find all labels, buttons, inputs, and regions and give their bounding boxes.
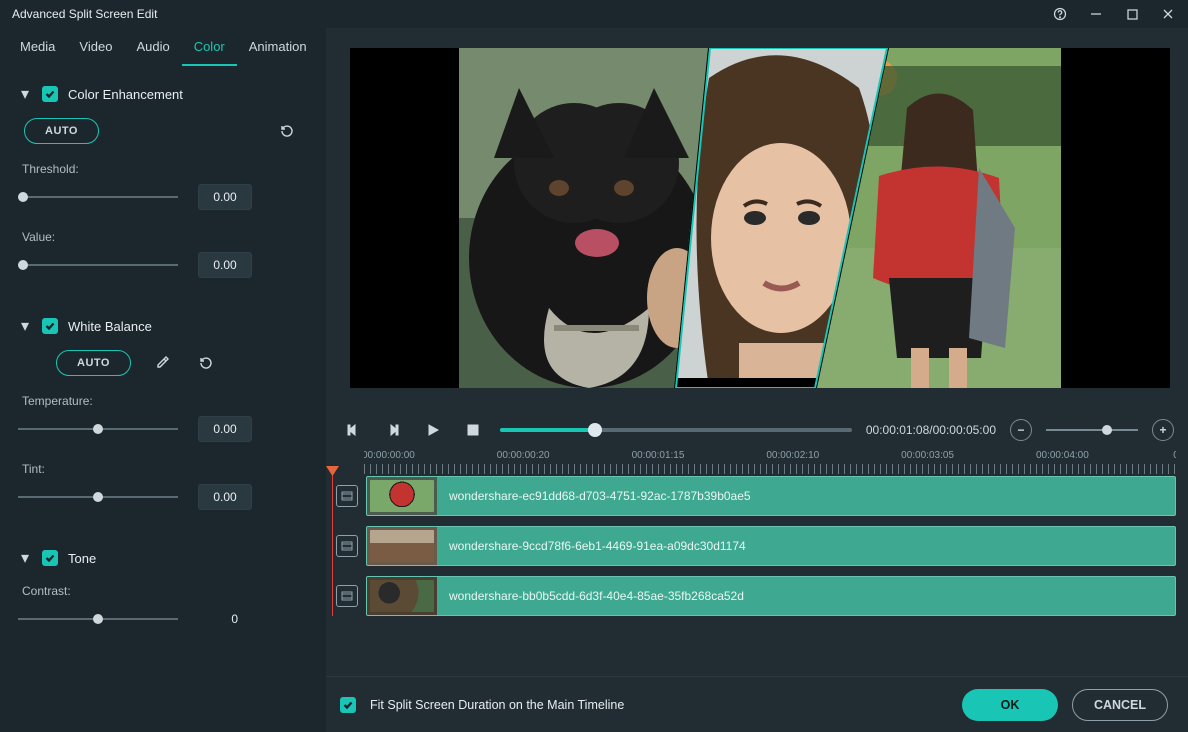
chevron-down-icon[interactable]: ▾	[18, 548, 32, 568]
temperature-value[interactable]: 0.00	[198, 416, 252, 442]
timeline-clip[interactable]: wondershare-bb0b5cdd-6d3f-40e4-85ae-35fb…	[366, 576, 1176, 616]
split-screen-canvas	[459, 48, 1061, 388]
minimize-icon[interactable]	[1078, 0, 1114, 28]
checkbox-white-balance[interactable]	[42, 318, 58, 334]
tint-label: Tint:	[18, 458, 304, 482]
help-icon[interactable]	[1042, 0, 1078, 28]
threshold-value[interactable]: 0.00	[198, 184, 252, 210]
zoom-out-button[interactable]: −	[1010, 419, 1032, 441]
clip-thumb	[367, 577, 437, 615]
clip-label: wondershare-9ccd78f6-6eb1-4469-91ea-a09d…	[449, 539, 746, 553]
play-button[interactable]	[420, 417, 446, 443]
section-color-enhancement: ▾ Color Enhancement AUTO Threshold: 0.00…	[0, 68, 326, 300]
track-type-icon[interactable]	[336, 585, 358, 607]
section-tone: ▾ Tone Contrast: 0	[0, 532, 326, 654]
track-type-icon[interactable]	[336, 535, 358, 557]
ok-button[interactable]: OK	[962, 689, 1058, 721]
ruler-time: 00:00:00:00	[364, 450, 415, 461]
ruler-time: 00:00:01:15	[632, 450, 685, 461]
window-title: Advanced Split Screen Edit	[12, 7, 157, 21]
title-bar: Advanced Split Screen Edit	[0, 0, 1188, 28]
contrast-value[interactable]: 0	[198, 606, 238, 632]
timeline-clip[interactable]: wondershare-ec91dd68-d703-4751-92ac-1787…	[366, 476, 1176, 516]
reset-icon[interactable]	[193, 350, 219, 376]
track-row: wondershare-ec91dd68-d703-4751-92ac-1787…	[332, 476, 1176, 516]
chevron-down-icon[interactable]: ▾	[18, 84, 32, 104]
side-tabs: Media Video Audio Color Animation	[0, 28, 326, 68]
timeline-ruler[interactable]: 00:00:00:00 00:00:00:20 00:00:01:15 00:00:0…	[364, 450, 1176, 474]
playback-bar: 00:00:01:08/00:00:05:00 − +	[332, 410, 1188, 450]
value-value[interactable]: 0.00	[198, 252, 252, 278]
clip-label: wondershare-ec91dd68-d703-4751-92ac-1787…	[449, 489, 751, 503]
section-title: Tone	[68, 551, 96, 566]
cancel-button[interactable]: CANCEL	[1072, 689, 1168, 721]
section-white-balance: ▾ White Balance AUTO Temperature: 0.00 T…	[0, 300, 326, 532]
ruler-time: 00:00:00:20	[497, 450, 550, 461]
auto-button[interactable]: AUTO	[24, 118, 99, 144]
footer: Fit Split Screen Duration on the Main Ti…	[326, 676, 1188, 732]
threshold-slider[interactable]	[18, 187, 178, 207]
next-frame-button[interactable]	[380, 417, 406, 443]
stop-button[interactable]	[460, 417, 486, 443]
prev-frame-button[interactable]	[340, 417, 366, 443]
zoom-in-button[interactable]: +	[1152, 419, 1174, 441]
time-display: 00:00:01:08/00:00:05:00	[866, 423, 996, 437]
auto-button[interactable]: AUTO	[56, 350, 131, 376]
checkbox-tone[interactable]	[42, 550, 58, 566]
playback-seek[interactable]	[500, 428, 852, 432]
eyedropper-icon[interactable]	[149, 350, 175, 376]
timeline-tracks: wondershare-ec91dd68-d703-4751-92ac-1787…	[332, 476, 1176, 616]
section-title: White Balance	[68, 319, 152, 334]
maximize-icon[interactable]	[1114, 0, 1150, 28]
ruler-time: 00:00:04:00	[1036, 450, 1089, 461]
main-area: 00:00:01:08/00:00:05:00 − + 00:00:00:000…	[326, 28, 1188, 732]
contrast-label: Contrast:	[18, 580, 304, 604]
tint-value[interactable]: 0.00	[198, 484, 252, 510]
threshold-label: Threshold:	[18, 158, 304, 182]
section-title: Color Enhancement	[68, 87, 183, 102]
track-row: wondershare-9ccd78f6-6eb1-4469-91ea-a09d…	[332, 526, 1176, 566]
clip-thumb	[367, 527, 437, 565]
chevron-down-icon[interactable]: ▾	[18, 316, 32, 336]
ruler-time: 00:00:03:05	[901, 450, 954, 461]
track-row: wondershare-bb0b5cdd-6d3f-40e4-85ae-35fb…	[332, 576, 1176, 616]
tab-audio[interactable]: Audio	[124, 29, 181, 66]
preview[interactable]	[350, 48, 1170, 388]
timeline-clip[interactable]: wondershare-9ccd78f6-6eb1-4469-91ea-a09d…	[366, 526, 1176, 566]
temperature-slider[interactable]	[18, 419, 178, 439]
reset-icon[interactable]	[274, 118, 300, 144]
track-type-icon[interactable]	[336, 485, 358, 507]
clip-thumb	[367, 477, 437, 515]
ruler-time: 00:00:02:10	[766, 450, 819, 461]
fit-duration-label: Fit Split Screen Duration on the Main Ti…	[370, 698, 624, 712]
tab-color[interactable]: Color	[182, 29, 237, 66]
checkbox-fit-duration[interactable]	[340, 697, 356, 713]
tint-slider[interactable]	[18, 487, 178, 507]
zoom-slider[interactable]	[1046, 429, 1138, 431]
clip-label: wondershare-bb0b5cdd-6d3f-40e4-85ae-35fb…	[449, 589, 744, 603]
close-icon[interactable]	[1150, 0, 1186, 28]
tab-video[interactable]: Video	[67, 29, 124, 66]
checkbox-color-enhancement[interactable]	[42, 86, 58, 102]
tab-media[interactable]: Media	[8, 29, 67, 66]
side-panel: Media Video Audio Color Animation ▾ Colo…	[0, 28, 326, 732]
tab-animation[interactable]: Animation	[237, 29, 319, 66]
playhead[interactable]	[332, 472, 333, 616]
value-label: Value:	[18, 226, 304, 250]
value-slider[interactable]	[18, 255, 178, 275]
contrast-slider[interactable]	[18, 609, 178, 629]
ruler-time: 00:00:05:00	[1173, 450, 1176, 461]
temperature-label: Temperature:	[18, 390, 304, 414]
